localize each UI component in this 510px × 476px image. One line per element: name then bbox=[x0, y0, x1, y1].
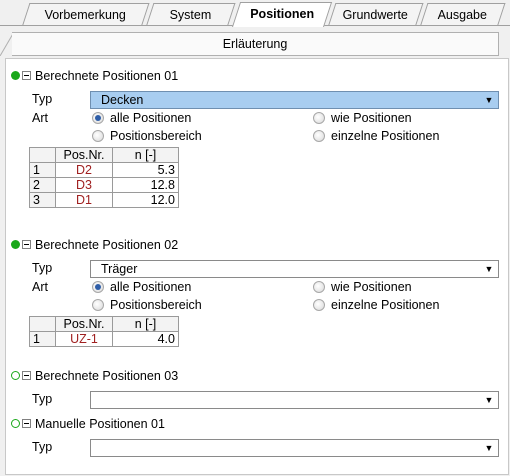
radio-positionsbereich[interactable] bbox=[92, 299, 104, 311]
radio-label: Positionsbereich bbox=[110, 129, 202, 143]
n-cell[interactable]: 12.8 bbox=[112, 177, 179, 193]
section-header-1[interactable]: Berechnete Positionen 01 bbox=[11, 68, 313, 84]
radio-wie-positionen[interactable] bbox=[313, 281, 325, 293]
radio-label: einzelne Positionen bbox=[331, 129, 440, 143]
status-dot-icon bbox=[11, 371, 20, 380]
radio-einzelne-positionen[interactable] bbox=[313, 130, 325, 142]
pos-nr-cell[interactable]: UZ-1 bbox=[55, 331, 113, 347]
status-dot-icon bbox=[11, 240, 20, 249]
table-row[interactable]: 3 D1 12.0 bbox=[29, 192, 179, 208]
radio-einzelne-positionen[interactable] bbox=[313, 299, 325, 311]
typ-select-1[interactable]: Decken ▼ bbox=[90, 91, 499, 109]
radio-wie-positionen[interactable] bbox=[313, 112, 325, 124]
art-label: Art bbox=[32, 111, 48, 125]
column-header-n: n [-] bbox=[112, 316, 179, 332]
radio-label: alle Positionen bbox=[110, 280, 192, 294]
art-label: Art bbox=[32, 280, 48, 294]
n-cell[interactable]: 5.3 bbox=[112, 162, 179, 178]
column-header-posnr: Pos.Nr. bbox=[55, 147, 113, 163]
typ-select-2[interactable]: Träger ▼ bbox=[90, 260, 499, 278]
table-row[interactable]: 2 D3 12.8 bbox=[29, 177, 179, 193]
typ-label: Typ bbox=[32, 392, 53, 406]
radio-label: alle Positionen bbox=[110, 111, 192, 125]
typ-value: Träger bbox=[101, 262, 138, 276]
radio-alle-positionen[interactable] bbox=[92, 112, 104, 124]
collapse-minus-icon[interactable] bbox=[22, 371, 31, 380]
subtab-label: Erläuterung bbox=[222, 37, 288, 51]
radio-alle-positionen[interactable] bbox=[92, 281, 104, 293]
row-index: 3 bbox=[29, 192, 56, 208]
radio-label: wie Positionen bbox=[331, 280, 412, 294]
row-index: 1 bbox=[29, 162, 56, 178]
chevron-down-icon[interactable]: ▼ bbox=[481, 93, 497, 107]
tab-vorbemerkung[interactable]: Vorbemerkung bbox=[22, 3, 150, 26]
tab-label: Grundwerte bbox=[342, 8, 409, 22]
tab-erlaeuterung[interactable]: Erläuterung bbox=[12, 32, 499, 56]
table-row[interactable]: 1 D2 5.3 bbox=[29, 162, 179, 178]
section-header-4[interactable]: Manuelle Positionen 01 bbox=[11, 416, 313, 432]
pos-nr-cell[interactable]: D2 bbox=[55, 162, 113, 178]
table-corner bbox=[29, 316, 56, 332]
tab-label: Vorbemerkung bbox=[44, 8, 127, 22]
typ-label: Typ bbox=[32, 261, 53, 275]
table-row[interactable]: 1 UZ-1 4.0 bbox=[29, 331, 179, 347]
section-title: Berechnete Positionen 01 bbox=[35, 69, 179, 83]
chevron-down-icon[interactable]: ▼ bbox=[481, 393, 497, 407]
tab-grundwerte[interactable]: Grundwerte bbox=[328, 3, 424, 26]
table-corner bbox=[29, 147, 56, 163]
typ-label: Typ bbox=[32, 92, 53, 106]
n-cell[interactable]: 4.0 bbox=[112, 331, 179, 347]
tab-label: System bbox=[169, 8, 212, 22]
row-index: 1 bbox=[29, 331, 56, 347]
typ-label: Typ bbox=[32, 440, 53, 454]
section-title: Manuelle Positionen 01 bbox=[35, 417, 165, 431]
positions-table-2: Pos.Nr. n [-] 1 UZ-1 4.0 bbox=[29, 316, 179, 347]
collapse-minus-icon[interactable] bbox=[22, 71, 31, 80]
status-dot-icon bbox=[11, 419, 20, 428]
tab-label: Ausgabe bbox=[437, 8, 488, 22]
positions-panel: Berechnete Positionen 01 Typ Decken ▼ Ar… bbox=[5, 58, 509, 475]
pos-nr-cell[interactable]: D3 bbox=[55, 177, 113, 193]
table-header-row: Pos.Nr. n [-] bbox=[29, 316, 179, 332]
radio-positionsbereich[interactable] bbox=[92, 130, 104, 142]
tab-bar: Vorbemerkung System Positionen Grundwert… bbox=[0, 0, 510, 27]
section-header-2[interactable]: Berechnete Positionen 02 bbox=[11, 237, 313, 253]
positions-table-1: Pos.Nr. n [-] 1 D2 5.3 2 D3 12.8 3 D1 12… bbox=[29, 147, 179, 208]
radio-label: einzelne Positionen bbox=[331, 298, 440, 312]
typ-select-4[interactable]: ▼ bbox=[90, 439, 499, 457]
tab-label: Positionen bbox=[250, 7, 315, 21]
column-header-posnr: Pos.Nr. bbox=[55, 316, 113, 332]
collapse-minus-icon[interactable] bbox=[22, 419, 31, 428]
section-header-3[interactable]: Berechnete Positionen 03 bbox=[11, 368, 313, 384]
column-header-n: n [-] bbox=[112, 147, 179, 163]
tab-positionen[interactable]: Positionen bbox=[232, 2, 333, 27]
collapse-minus-icon[interactable] bbox=[22, 240, 31, 249]
radio-label: wie Positionen bbox=[331, 111, 412, 125]
row-index: 2 bbox=[29, 177, 56, 193]
tab-system[interactable]: System bbox=[146, 3, 236, 26]
chevron-down-icon[interactable]: ▼ bbox=[481, 441, 497, 455]
tab-ausgabe[interactable]: Ausgabe bbox=[420, 3, 506, 26]
chevron-down-icon[interactable]: ▼ bbox=[481, 262, 497, 276]
status-dot-icon bbox=[11, 71, 20, 80]
table-header-row: Pos.Nr. n [-] bbox=[29, 147, 179, 163]
typ-select-3[interactable]: ▼ bbox=[90, 391, 499, 409]
n-cell[interactable]: 12.0 bbox=[112, 192, 179, 208]
section-title: Berechnete Positionen 02 bbox=[35, 238, 179, 252]
pos-nr-cell[interactable]: D1 bbox=[55, 192, 113, 208]
radio-label: Positionsbereich bbox=[110, 298, 202, 312]
section-title: Berechnete Positionen 03 bbox=[35, 369, 179, 383]
typ-value: Decken bbox=[101, 93, 144, 107]
